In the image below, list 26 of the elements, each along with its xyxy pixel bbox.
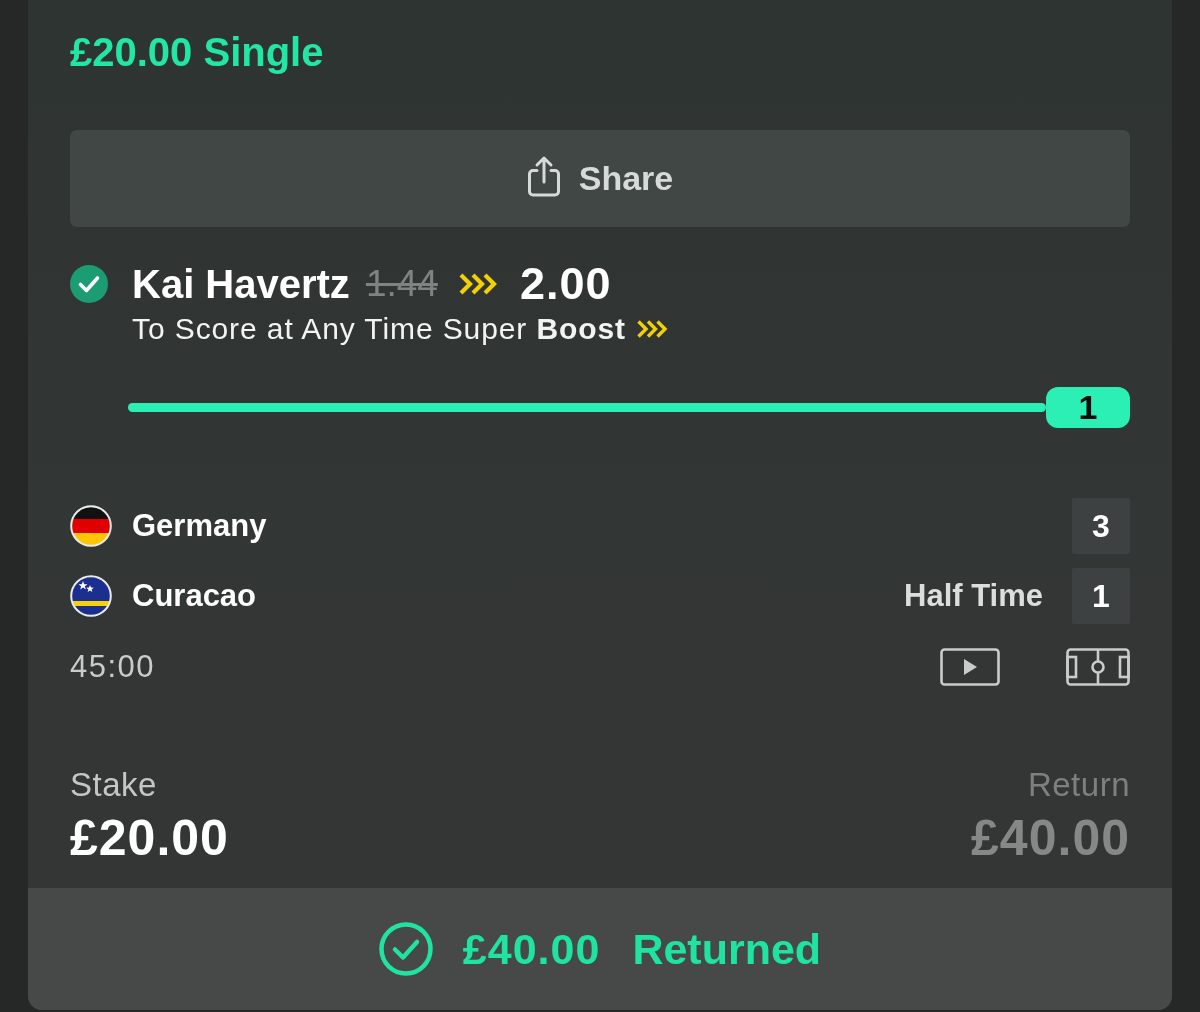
bet-title: £20.00 Single	[70, 29, 324, 76]
chevrons-icon	[636, 319, 669, 339]
stake-label: Stake	[70, 766, 157, 804]
market-label: To Score at Any Time Super Boost	[132, 312, 626, 346]
team-score: 1	[1072, 568, 1130, 624]
old-odds: 1.44	[365, 262, 438, 306]
returned-status: Returned	[632, 924, 822, 974]
match-status: Half Time	[904, 578, 1043, 614]
share-button[interactable]: Share	[70, 130, 1130, 227]
return-label: Return	[1027, 766, 1130, 804]
team-name: Curacao	[132, 578, 257, 614]
check-circle-icon	[378, 922, 433, 976]
team-name: Germany	[132, 508, 267, 544]
flag-icon	[70, 505, 112, 547]
play-icon[interactable]	[940, 648, 1000, 686]
return-value: £40.00	[971, 810, 1130, 866]
team-score: 3	[1072, 498, 1130, 554]
boosted-odds: 2.00	[519, 260, 612, 308]
pitch-icon[interactable]	[1066, 648, 1130, 686]
count-badge: 1	[1046, 387, 1130, 428]
flag-icon	[70, 575, 112, 617]
stake-value: £20.00	[70, 810, 229, 866]
returned-amount: £40.00	[462, 924, 601, 974]
match-clock: 45:00	[70, 649, 156, 685]
share-icon	[526, 154, 561, 197]
player-name: Kai Havertz	[132, 261, 350, 308]
